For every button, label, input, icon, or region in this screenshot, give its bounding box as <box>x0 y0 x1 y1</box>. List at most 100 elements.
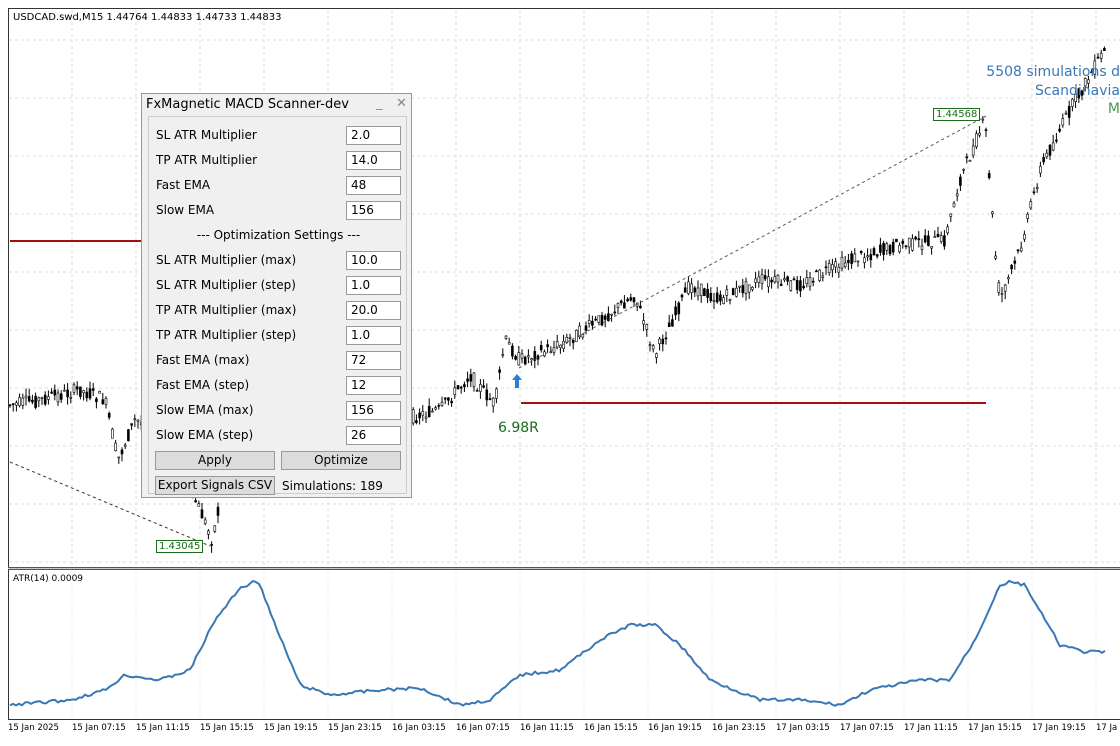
atr-line <box>9 579 1106 707</box>
export-csv-button[interactable]: Export Signals CSV <box>155 476 275 495</box>
candle-body <box>837 266 841 273</box>
candle-body <box>936 233 940 238</box>
candle-body <box>434 407 437 410</box>
candle-body <box>818 269 821 281</box>
time-tick: 17 Jan 03:15 <box>776 723 830 733</box>
candle-body <box>859 250 863 254</box>
candle-body <box>917 238 921 241</box>
candle-body <box>955 193 959 197</box>
candle-body <box>123 444 127 447</box>
candle-body <box>911 238 914 251</box>
candle-body <box>114 442 117 451</box>
candle-body <box>559 344 562 348</box>
field-input[interactable]: 10.0 <box>346 251 401 270</box>
candle-body <box>568 337 572 339</box>
candle-body <box>1023 234 1026 240</box>
symbol-info: USDCAD.swd,M15 1.44764 1.44833 1.44733 1… <box>13 12 282 23</box>
field-input[interactable]: 156 <box>346 201 401 220</box>
candle-body <box>21 397 25 406</box>
candle-body <box>107 412 111 418</box>
time-tick: 15 Jan 19:15 <box>264 723 318 733</box>
candle-body <box>501 354 505 356</box>
field-input[interactable]: 26 <box>346 426 401 445</box>
candle-body <box>639 305 642 309</box>
field-input[interactable]: 14.0 <box>346 151 401 170</box>
atr-label: ATR(14) 0.0009 <box>13 574 84 584</box>
time-tick: 17 Jan 07:15 <box>840 723 894 733</box>
sim-text-2: Scandinavia <box>1034 83 1120 99</box>
candle-body <box>693 287 697 293</box>
candle-body <box>469 374 473 382</box>
candle-body <box>603 315 607 320</box>
candle-body <box>895 238 898 243</box>
candle-body <box>91 388 95 391</box>
time-tick: 17 Jan 19:15 <box>1032 723 1086 733</box>
candle-body <box>661 338 665 345</box>
candle-body <box>517 352 521 366</box>
candle-body <box>491 397 495 407</box>
candle-body <box>69 397 73 399</box>
candle-body <box>971 145 975 156</box>
time-axis: 15 Jan 2025 15 Jan 07:15 15 Jan 11:15 15 Ja… <box>0 720 1120 746</box>
candle-body <box>728 298 732 301</box>
candle-body <box>850 253 853 265</box>
price-label-high: 1.44568 <box>933 108 981 121</box>
candle-body <box>440 401 444 406</box>
candle-body <box>856 260 860 263</box>
candle-body <box>994 255 997 259</box>
sim-text-3: M <box>1107 101 1120 117</box>
candle-body <box>411 409 415 424</box>
field-input[interactable]: 2.0 <box>346 126 401 145</box>
candle-body <box>738 285 741 288</box>
field-input[interactable]: 1.0 <box>346 276 401 295</box>
candle-body <box>200 509 204 519</box>
field-input[interactable]: 12 <box>346 376 401 395</box>
field-input[interactable]: 20.0 <box>346 301 401 320</box>
candle-body <box>75 386 79 390</box>
field-label: TP ATR Multiplier (step) <box>156 328 297 342</box>
field-input[interactable]: 48 <box>346 176 401 195</box>
candle-body <box>642 320 645 325</box>
candle-body <box>539 345 543 351</box>
candle-body <box>40 397 44 399</box>
candle-body <box>488 398 492 400</box>
candle-body <box>962 168 965 171</box>
candle-body <box>709 293 713 302</box>
minimize-button[interactable]: _ <box>376 96 383 111</box>
candle-body <box>946 226 949 234</box>
candle-body <box>591 320 594 326</box>
candle-body <box>779 283 783 286</box>
close-button[interactable]: ✕ <box>396 96 407 111</box>
candle-body <box>984 129 988 131</box>
candle-body <box>683 287 687 293</box>
candle-body <box>632 297 636 303</box>
candle-body <box>463 384 466 388</box>
candle-body <box>53 389 57 396</box>
candle-body <box>811 280 815 283</box>
candle-body <box>549 351 553 354</box>
candle-body <box>802 285 805 289</box>
candle-body <box>571 339 575 344</box>
field-input[interactable]: 72 <box>346 351 401 370</box>
optimize-button[interactable]: Optimize <box>281 451 401 470</box>
candle-body <box>754 278 757 283</box>
candle-body <box>213 525 217 532</box>
candle-body <box>24 395 28 399</box>
pane-separator[interactable] <box>8 567 1120 570</box>
field-input[interactable]: 156 <box>346 401 401 420</box>
candle-body <box>88 388 92 399</box>
candle-body <box>824 266 828 269</box>
candle-body <box>741 285 745 294</box>
candle-body <box>50 391 53 394</box>
candle-body <box>82 390 85 393</box>
candle-body <box>581 334 585 338</box>
field-input[interactable]: 1.0 <box>346 326 401 345</box>
candle-body <box>431 410 434 413</box>
candle-body <box>31 399 34 403</box>
candle-body <box>475 390 479 392</box>
candle-body <box>776 275 780 283</box>
candle-body <box>527 355 530 358</box>
candle-body <box>207 530 210 535</box>
candle-body <box>719 294 722 302</box>
apply-button[interactable]: Apply <box>155 451 275 470</box>
